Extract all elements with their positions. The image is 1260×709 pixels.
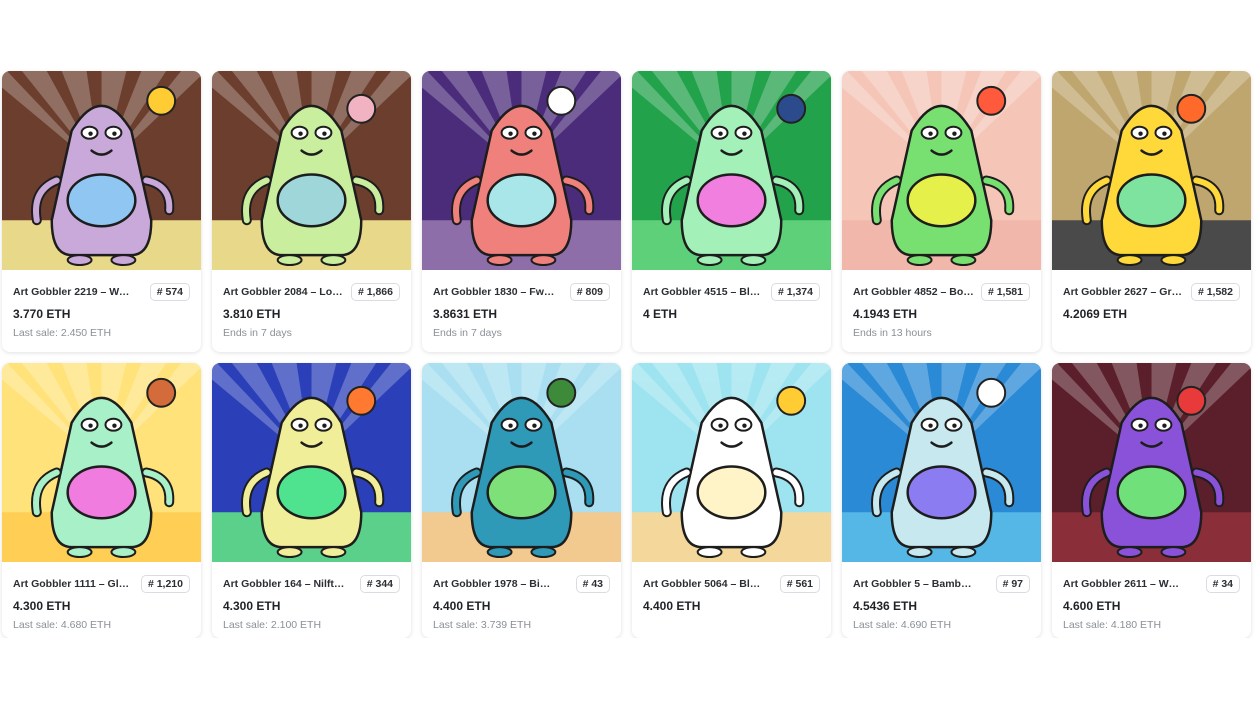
card-title-row: Art Gobbler 1978 – Bippit… # 43 (433, 574, 610, 594)
card-title-row: Art Gobbler 164 – Nilft G… # 344 (223, 574, 400, 594)
token-id-badge: # 34 (1205, 575, 1240, 593)
price: 4.300 ETH (223, 599, 281, 613)
price: 4.1943 ETH (853, 307, 918, 321)
bottom-whitespace (0, 638, 1260, 709)
gobbler-artwork[interactable] (212, 71, 411, 270)
sale-info: Last sale: 4.690 ETH (853, 619, 952, 631)
card-meta: Art Gobbler 1111 – Glorp … # 1,210 4.300 E… (2, 562, 201, 631)
gobbler-card[interactable]: Art Gobbler 4852 – Boo… # 1,581 4.1943 ETH… (842, 71, 1041, 352)
card-meta: Art Gobbler 2611 – Wubbl… # 34 4.600 ETH La… (1052, 562, 1251, 631)
price: 3.770 ETH (13, 307, 71, 321)
token-id-badge: # 1,582 (1190, 283, 1240, 301)
token-id-badge: # 809 (569, 283, 610, 301)
card-meta: Art Gobbler 1978 – Bippit… # 43 4.400 ETH L… (422, 562, 621, 631)
token-id-badge: # 344 (359, 575, 400, 593)
sale-info: Last sale: 3.739 ETH (433, 619, 532, 631)
card-meta: Art Gobbler 2219 – Wap… # 574 3.770 ETH Las… (2, 270, 201, 339)
token-id-badge: # 1,374 (770, 283, 820, 301)
card-title-row: Art Gobbler 2611 – Wubbl… # 34 (1063, 574, 1240, 594)
card-meta: Art Gobbler 2627 – Gru… # 1,582 4.2069 ETH (1052, 270, 1251, 321)
token-id-badge: # 97 (995, 575, 1030, 593)
gobbler-card[interactable]: Art Gobbler 1111 – Glorp … # 1,210 4.300 E… (2, 363, 201, 638)
sale-info: Ends in 7 days (223, 327, 292, 339)
token-id-badge: # 1,866 (350, 283, 400, 301)
gobbler-name[interactable]: Art Gobbler 5064 – Blork… (643, 578, 765, 590)
token-id-badge: # 1,581 (980, 283, 1030, 301)
card-meta: Art Gobbler 5 – Bambo Bl… # 97 4.5436 ETH L… (842, 562, 1041, 631)
gobbler-card[interactable]: Art Gobbler 2627 – Gru… # 1,582 4.2069 ETH (1052, 71, 1251, 352)
gobbler-card[interactable]: Art Gobbler 1978 – Bippit… # 43 4.400 ETH L… (422, 363, 621, 638)
price: 4.600 ETH (1063, 599, 1121, 613)
sale-info: Last sale: 4.680 ETH (13, 619, 112, 631)
price: 3.810 ETH (223, 307, 281, 321)
card-meta: Art Gobbler 4515 – Bla… # 1,374 4 ETH (632, 270, 831, 321)
gobbler-name[interactable]: Art Gobbler 1111 – Glorp … (13, 578, 135, 590)
token-id-badge: # 43 (575, 575, 610, 593)
gobbler-card[interactable]: Art Gobbler 5064 – Blork… # 561 4.400 ETH (632, 363, 831, 638)
gobbler-card[interactable]: Art Gobbler 1830 – Fwe… # 809 3.8631 ETH En… (422, 71, 621, 352)
gobbler-name[interactable]: Art Gobbler 2611 – Wubbl… (1063, 578, 1185, 590)
sale-info: Last sale: 2.450 ETH (13, 327, 112, 339)
price: 4.5436 ETH (853, 599, 918, 613)
gobbler-artwork[interactable] (632, 71, 831, 270)
card-meta: Art Gobbler 5064 – Blork… # 561 4.400 ETH (632, 562, 831, 613)
card-title-row: Art Gobbler 2084 – Loo… # 1,866 (223, 282, 400, 302)
gobbler-card[interactable]: Art Gobbler 2611 – Wubbl… # 34 4.600 ETH La… (1052, 363, 1251, 638)
gobbler-artwork[interactable] (842, 363, 1041, 562)
card-title-row: Art Gobbler 1830 – Fwe… # 809 (433, 282, 610, 302)
gobbler-card[interactable]: Art Gobbler 5 – Bambo Bl… # 97 4.5436 ETH L… (842, 363, 1041, 638)
gobbler-name[interactable]: Art Gobbler 1978 – Bippit… (433, 578, 555, 590)
gobbler-name[interactable]: Art Gobbler 2627 – Gru… (1063, 286, 1185, 298)
gobbler-grid: Art Gobbler 2219 – Wap… # 574 3.770 ETH Las… (2, 71, 1251, 638)
gobbler-artwork[interactable] (422, 363, 621, 562)
gobbler-card[interactable]: Art Gobbler 4515 – Bla… # 1,374 4 ETH (632, 71, 831, 352)
gobbler-artwork[interactable] (1052, 71, 1251, 270)
gobbler-artwork[interactable] (1052, 363, 1251, 562)
card-title-row: Art Gobbler 2627 – Gru… # 1,582 (1063, 282, 1240, 302)
card-title-row: Art Gobbler 1111 – Glorp … # 1,210 (13, 574, 190, 594)
gobbler-name[interactable]: Art Gobbler 2084 – Loo… (223, 286, 345, 298)
gobbler-name[interactable]: Art Gobbler 4515 – Bla… (643, 286, 765, 298)
token-id-badge: # 574 (149, 283, 190, 301)
token-id-badge: # 1,210 (140, 575, 190, 593)
gobbler-name[interactable]: Art Gobbler 4852 – Boo… (853, 286, 975, 298)
gobbler-artwork[interactable] (842, 71, 1041, 270)
gobbler-artwork[interactable] (212, 363, 411, 562)
sale-info: Ends in 7 days (433, 327, 502, 339)
sale-info: Last sale: 2.100 ETH (223, 619, 322, 631)
gobbler-card[interactable]: Art Gobbler 2219 – Wap… # 574 3.770 ETH Las… (2, 71, 201, 352)
gobbler-card[interactable]: Art Gobbler 2084 – Loo… # 1,866 3.810 ETH E… (212, 71, 411, 352)
card-title-row: Art Gobbler 2219 – Wap… # 574 (13, 282, 190, 302)
gobbler-artwork[interactable] (2, 71, 201, 270)
card-title-row: Art Gobbler 4852 – Boo… # 1,581 (853, 282, 1030, 302)
price: 4 ETH (643, 307, 678, 321)
gobbler-name[interactable]: Art Gobbler 164 – Nilft G… (223, 578, 345, 590)
price: 4.400 ETH (643, 599, 701, 613)
gobbler-name[interactable]: Art Gobbler 5 – Bambo Bl… (853, 578, 975, 590)
card-title-row: Art Gobbler 5064 – Blork… # 561 (643, 574, 820, 594)
gobbler-card[interactable]: Art Gobbler 164 – Nilft G… # 344 4.300 ETH… (212, 363, 411, 638)
price: 4.2069 ETH (1063, 307, 1128, 321)
card-meta: Art Gobbler 164 – Nilft G… # 344 4.300 ETH… (212, 562, 411, 631)
price: 3.8631 ETH (433, 307, 498, 321)
card-meta: Art Gobbler 2084 – Loo… # 1,866 3.810 ETH E… (212, 270, 411, 339)
price: 4.300 ETH (13, 599, 71, 613)
sale-info: Last sale: 4.180 ETH (1063, 619, 1162, 631)
gobbler-artwork[interactable] (422, 71, 621, 270)
card-meta: Art Gobbler 1830 – Fwe… # 809 3.8631 ETH En… (422, 270, 621, 339)
price: 4.400 ETH (433, 599, 491, 613)
sale-info: Ends in 13 hours (853, 327, 932, 339)
card-title-row: Art Gobbler 5 – Bambo Bl… # 97 (853, 574, 1030, 594)
token-id-badge: # 561 (779, 575, 820, 593)
gobbler-name[interactable]: Art Gobbler 2219 – Wap… (13, 286, 135, 298)
card-meta: Art Gobbler 4852 – Boo… # 1,581 4.1943 ETH… (842, 270, 1041, 339)
gobbler-name[interactable]: Art Gobbler 1830 – Fwe… (433, 286, 555, 298)
card-title-row: Art Gobbler 4515 – Bla… # 1,374 (643, 282, 820, 302)
gobbler-artwork[interactable] (2, 363, 201, 562)
gobbler-artwork[interactable] (632, 363, 831, 562)
